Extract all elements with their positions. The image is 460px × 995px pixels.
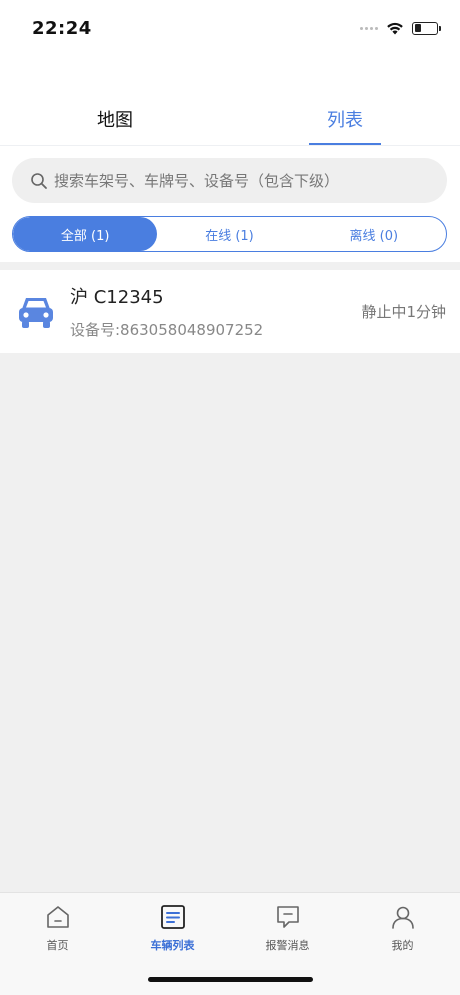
search-placeholder: 搜索车架号、车牌号、设备号（包含下级） xyxy=(54,172,340,190)
view-tabs: 地图 列表 xyxy=(0,100,460,146)
nav-me-label: 我的 xyxy=(391,939,414,952)
nav-me[interactable]: 我的 xyxy=(345,893,460,995)
home-indicator[interactable] xyxy=(148,977,313,982)
nav-home[interactable]: 首页 xyxy=(0,893,115,995)
status-bar: 22:24 xyxy=(0,0,460,56)
nav-vehicle-list-label: 车辆列表 xyxy=(150,939,195,952)
nav-alarm-messages-label: 报警消息 xyxy=(265,939,310,952)
battery-icon xyxy=(412,21,441,35)
filter-offline[interactable]: 离线 (0) xyxy=(302,217,446,251)
tab-list[interactable]: 列表 xyxy=(230,100,460,145)
vehicle-status: 静止中1分钟 xyxy=(361,303,446,321)
search-input[interactable]: 搜索车架号、车牌号、设备号（包含下级） xyxy=(12,158,447,203)
tab-map[interactable]: 地图 xyxy=(0,100,230,145)
list-item[interactable]: 沪 C12345 设备号:863058048907252 静止中1分钟 xyxy=(0,270,460,353)
message-icon xyxy=(274,903,302,931)
device-number: 设备号:863058048907252 xyxy=(70,321,264,339)
filter-online[interactable]: 在线 (1) xyxy=(157,217,301,251)
signal-icon xyxy=(360,26,378,30)
list-icon xyxy=(159,903,187,931)
vehicle-info: 沪 C12345 设备号:863058048907252 xyxy=(70,283,361,340)
status-filter: 全部 (1) 在线 (1) 离线 (0) xyxy=(12,216,447,252)
vehicle-list-background xyxy=(0,262,460,892)
status-indicators xyxy=(360,21,441,35)
vehicle-plate: 沪 C12345 xyxy=(70,287,164,308)
nav-home-label: 首页 xyxy=(46,939,69,952)
home-icon xyxy=(44,903,72,931)
car-icon xyxy=(16,292,56,332)
wifi-icon xyxy=(387,22,403,35)
filter-all[interactable]: 全部 (1) xyxy=(13,217,158,251)
search-icon xyxy=(31,172,47,189)
status-time: 22:24 xyxy=(32,17,92,39)
user-icon xyxy=(389,903,417,931)
